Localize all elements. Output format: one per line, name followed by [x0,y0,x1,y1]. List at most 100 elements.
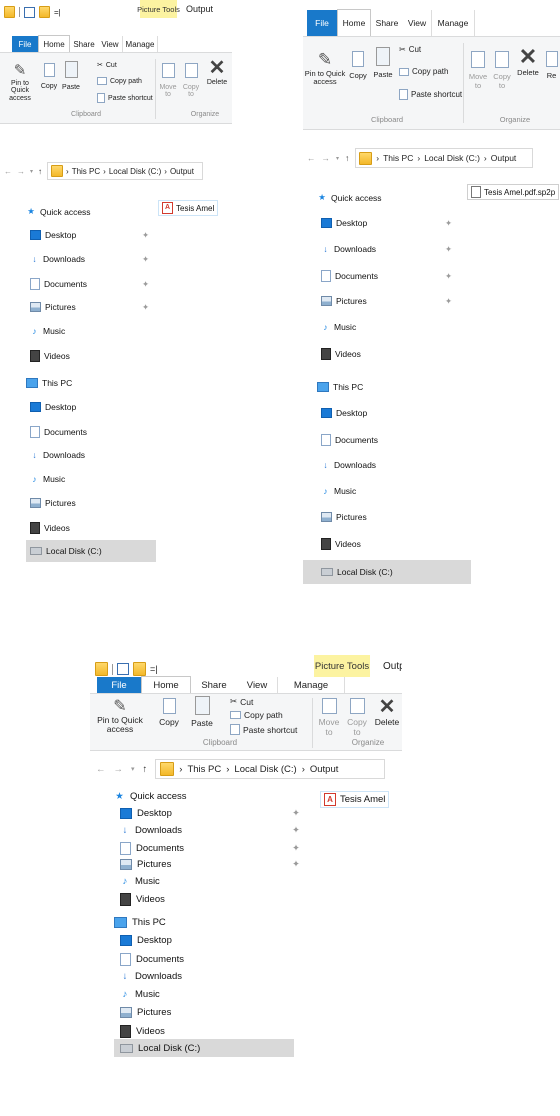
copy-to-button[interactable]: Copy to [181,63,201,99]
pin-icon[interactable]: ✦ [142,279,149,290]
nav-pc-videos[interactable]: Videos [321,538,361,550]
nav-local-disk[interactable]: Local Disk (C:) [303,560,471,584]
nav-pictures[interactable]: Pictures ✦ [30,302,150,312]
cut-button[interactable]: ✂ Cut [97,61,117,70]
forward-arrow-icon[interactable]: → [322,153,331,163]
tab-home[interactable]: Home [141,676,191,693]
pin-icon[interactable]: ✦ [445,244,452,255]
tab-view[interactable]: View [403,10,431,36]
forward-arrow-icon[interactable]: → [114,764,124,775]
breadcrumb-output[interactable]: Output [310,764,339,775]
cut-button[interactable]: ✂ Cut [230,696,253,707]
file-item[interactable]: Tesis Amel.pdf.sp2p [467,184,560,200]
paste-shortcut-button[interactable]: Paste shortcut [97,93,153,103]
nav-videos[interactable]: Videos [30,350,70,362]
breadcrumb-local-disk[interactable]: Local Disk (C:) [424,153,480,163]
checkbox-icon[interactable] [24,6,35,18]
nav-pc-desktop[interactable]: Desktop [120,935,172,946]
nav-pc-music[interactable]: ♪ Music [120,989,160,1000]
folder-icon[interactable] [4,6,15,18]
pin-icon[interactable]: ✦ [142,230,149,241]
file-item[interactable]: A Tesis Amel [158,200,219,216]
qat-dropdown[interactable]: =| [150,664,158,674]
nav-pc-desktop[interactable]: Desktop [321,408,367,418]
pin-icon[interactable]: ✦ [445,296,452,307]
nav-downloads[interactable]: ↓ Downloads ✦ [321,244,453,255]
rename-button[interactable]: Re [543,51,560,81]
delete-button[interactable]: ✕ Delete [372,696,402,727]
nav-this-pc[interactable]: This PC [317,382,363,392]
nav-this-pc[interactable]: This PC [114,917,166,928]
paste-button[interactable]: Paste [371,47,395,80]
tab-file[interactable]: File [307,10,337,36]
breadcrumb-this-pc[interactable]: This PC [72,167,100,176]
breadcrumb-this-pc[interactable]: This PC [383,153,413,163]
tab-manage[interactable]: Manage [431,10,475,36]
breadcrumb-output[interactable]: Output [491,153,517,163]
pin-icon[interactable]: ✦ [445,271,452,282]
tab-manage[interactable]: Manage [277,677,345,693]
nav-documents[interactable]: Documents ✦ [30,278,150,290]
nav-pc-videos[interactable]: Videos [30,522,70,534]
paste-button[interactable]: Paste [188,696,216,729]
nav-documents[interactable]: Documents ✦ [120,842,306,855]
tab-share[interactable]: Share [191,677,237,693]
pin-to-quick-access-button[interactable]: ✎ Pin to Quick access [303,50,347,86]
breadcrumb-local-disk[interactable]: Local Disk (C:) [234,764,296,775]
move-to-button[interactable]: Move to [316,698,342,737]
nav-local-disk[interactable]: Local Disk (C:) [114,1039,294,1057]
pin-icon[interactable]: ✦ [142,302,149,313]
nav-pictures[interactable]: Pictures ✦ [321,296,453,306]
nav-desktop[interactable]: Desktop ✦ [321,218,453,228]
paste-button[interactable]: Paste [60,61,82,91]
tab-manage[interactable]: Manage [122,36,158,52]
nav-quick-access[interactable]: ★ Quick access [114,791,186,802]
copy-to-button[interactable]: Copy to [344,698,370,737]
tab-file[interactable]: File [97,677,141,693]
move-to-button[interactable]: Move to [467,51,489,90]
tab-file[interactable]: File [12,36,38,52]
tab-view[interactable]: View [237,677,277,693]
forward-arrow-icon[interactable]: → [17,167,25,176]
tab-home[interactable]: Home [337,9,371,36]
copy-path-button[interactable]: Copy path [230,710,283,720]
back-arrow-icon[interactable]: ← [4,167,12,176]
recent-chevron-icon[interactable]: ▾ [131,765,135,773]
nav-pc-downloads[interactable]: ↓ Downloads [30,450,85,460]
nav-desktop[interactable]: Desktop ✦ [30,230,150,240]
paste-shortcut-button[interactable]: Paste shortcut [230,724,297,735]
nav-pc-music[interactable]: ♪ Music [30,474,65,484]
nav-quick-access[interactable]: ★ Quick access [317,192,381,203]
qat-dropdown[interactable]: =| [54,8,61,17]
nav-pc-pictures[interactable]: Pictures [321,512,367,522]
file-item[interactable]: A Tesis Amel [320,791,390,808]
delete-button[interactable]: ✕ Delete [204,57,230,87]
pin-icon[interactable]: ✦ [292,859,300,870]
checkbox-icon[interactable] [117,663,129,675]
nav-this-pc[interactable]: This PC [26,378,72,388]
up-arrow-icon[interactable]: ↑ [345,153,349,163]
nav-music[interactable]: ♪ Music [321,322,356,332]
recent-chevron-icon[interactable]: ▾ [336,155,339,162]
nav-videos[interactable]: Videos [120,893,165,906]
copy-path-button[interactable]: Copy path [399,67,448,76]
breadcrumb-output[interactable]: Output [170,167,194,176]
pin-icon[interactable]: ✦ [292,825,300,836]
copy-button[interactable]: Copy [39,63,59,90]
nav-quick-access[interactable]: ★ Quick access [26,206,90,217]
nav-pc-pictures[interactable]: Pictures [30,498,76,508]
copy-path-button[interactable]: Copy path [97,77,142,85]
address-bar[interactable]: › This PC › Local Disk (C:) › Output [155,759,386,779]
nav-pc-documents[interactable]: Documents [30,426,87,438]
nav-pc-documents[interactable]: Documents [120,953,184,966]
tab-share[interactable]: Share [371,10,403,36]
move-to-button[interactable]: Move to [158,63,178,99]
nav-downloads[interactable]: ↓ Downloads ✦ [120,825,306,836]
back-arrow-icon[interactable]: ← [307,153,316,163]
copy-button[interactable]: Copy [156,698,182,728]
nav-pc-desktop[interactable]: Desktop [30,402,76,412]
breadcrumb-this-pc[interactable]: This PC [187,764,221,775]
nav-music[interactable]: ♪ Music [30,326,65,336]
recent-chevron-icon[interactable]: ▾ [30,168,33,175]
copy-to-button[interactable]: Copy to [491,51,513,90]
